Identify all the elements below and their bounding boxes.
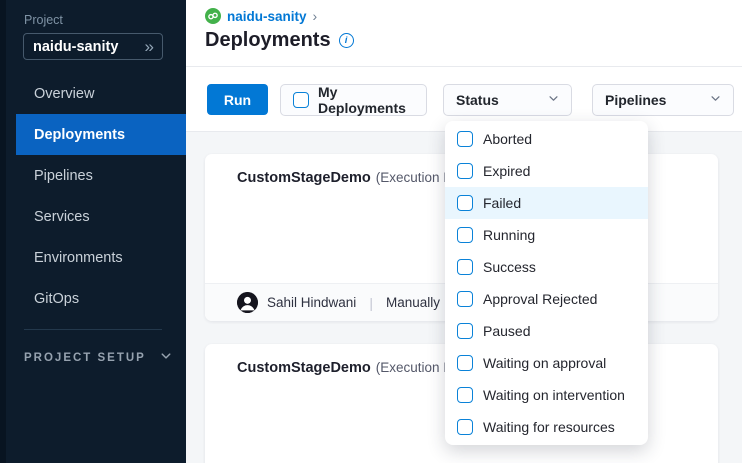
status-option-paused[interactable]: Paused [445, 315, 648, 347]
project-label: Project [24, 13, 63, 27]
checkbox[interactable] [457, 131, 473, 147]
sidebar-item-label: Overview [34, 86, 94, 102]
sidebar: Project naidu-sanity » Overview Deployme… [0, 0, 186, 463]
my-deployments-filter[interactable]: My Deployments [280, 84, 427, 116]
checkbox[interactable] [457, 195, 473, 211]
status-filter-label: Status [456, 92, 499, 108]
project-name: naidu-sanity [24, 39, 145, 55]
breadcrumb: naidu-sanity › [205, 8, 317, 24]
status-option-waiting-on-intervention[interactable]: Waiting on intervention [445, 379, 648, 411]
status-option-running[interactable]: Running [445, 219, 648, 251]
checkbox[interactable] [457, 163, 473, 179]
sidebar-item-pipelines[interactable]: Pipelines [0, 155, 186, 196]
pipelines-filter-label: Pipelines [605, 92, 666, 108]
option-label: Paused [483, 323, 530, 339]
project-setup-label: PROJECT SETUP [24, 352, 146, 364]
execution-id-text: (Execution Id [376, 170, 455, 185]
cd-module-icon [205, 8, 221, 24]
my-deployments-label: My Deployments [318, 84, 414, 116]
status-option-waiting-for-resources[interactable]: Waiting for resources [445, 411, 648, 443]
checkbox[interactable] [457, 259, 473, 275]
option-label: Failed [483, 195, 521, 211]
sidebar-item-environments[interactable]: Environments [0, 237, 186, 278]
checkbox[interactable] [457, 387, 473, 403]
execution-id-text: (Execution Id [376, 360, 455, 375]
status-option-failed[interactable]: Failed [445, 187, 648, 219]
option-label: Expired [483, 163, 530, 179]
chevron-down-icon [160, 349, 172, 367]
sidebar-item-deployments[interactable]: Deployments [16, 114, 186, 155]
status-filter-dropdown[interactable]: Status [443, 84, 572, 116]
status-option-success[interactable]: Success [445, 251, 648, 283]
pipeline-name: CustomStageDemo [237, 170, 371, 186]
project-expand-icon[interactable]: » [145, 38, 162, 55]
main-area: naidu-sanity › Deployments i Run My Depl… [186, 0, 742, 463]
execution-title[interactable]: CustomStageDemo (Execution Id [237, 169, 455, 187]
execution-title[interactable]: CustomStageDemo (Execution Id [237, 359, 455, 377]
checkbox[interactable] [457, 291, 473, 307]
checkbox[interactable] [457, 419, 473, 435]
checkbox[interactable] [457, 323, 473, 339]
info-icon[interactable]: i [339, 33, 354, 48]
page-title: Deployments [205, 29, 331, 52]
option-label: Waiting on intervention [483, 387, 625, 403]
project-selector[interactable]: naidu-sanity » [23, 33, 163, 60]
page-header: naidu-sanity › Deployments i [186, 0, 742, 67]
status-dropdown-panel: Aborted Expired Failed Running Success A… [445, 121, 648, 445]
my-deployments-checkbox[interactable] [293, 92, 309, 108]
breadcrumb-project-link[interactable]: naidu-sanity [227, 9, 307, 24]
pipeline-name: CustomStageDemo [237, 360, 371, 376]
sidebar-item-services[interactable]: Services [0, 196, 186, 237]
sidebar-nav: Overview Deployments Pipelines Services … [0, 73, 186, 319]
status-option-aborted[interactable]: Aborted [445, 123, 648, 155]
status-option-waiting-on-approval[interactable]: Waiting on approval [445, 347, 648, 379]
option-label: Running [483, 227, 535, 243]
status-option-expired[interactable]: Expired [445, 155, 648, 187]
sidebar-item-gitops[interactable]: GitOps [0, 278, 186, 319]
sidebar-item-label: Services [34, 209, 90, 225]
checkbox[interactable] [457, 355, 473, 371]
option-label: Approval Rejected [483, 291, 597, 307]
option-label: Aborted [483, 131, 532, 147]
sidebar-item-overview[interactable]: Overview [0, 73, 186, 114]
option-label: Success [483, 259, 536, 275]
breadcrumb-chevron-icon: › [313, 8, 318, 24]
user-avatar-icon [237, 292, 258, 313]
sidebar-divider [24, 329, 162, 330]
trigger-type: Manually [386, 295, 440, 310]
pipelines-filter-dropdown[interactable]: Pipelines [592, 84, 734, 116]
chevron-down-icon [710, 91, 721, 109]
project-setup-toggle[interactable]: PROJECT SETUP [24, 349, 172, 367]
chevron-down-icon [548, 91, 559, 109]
option-label: Waiting on approval [483, 355, 606, 371]
footer-separator: | [365, 295, 377, 311]
sidebar-item-label: GitOps [34, 291, 79, 307]
sidebar-item-label: Environments [34, 250, 123, 266]
title-row: Deployments i [205, 29, 354, 52]
run-button[interactable]: Run [207, 84, 268, 115]
sidebar-item-label: Pipelines [34, 168, 93, 184]
option-label: Waiting for resources [483, 419, 615, 435]
status-option-approval-rejected[interactable]: Approval Rejected [445, 283, 648, 315]
checkbox[interactable] [457, 227, 473, 243]
sidebar-item-label: Deployments [34, 127, 125, 143]
triggered-by: Sahil Hindwani [267, 295, 356, 310]
